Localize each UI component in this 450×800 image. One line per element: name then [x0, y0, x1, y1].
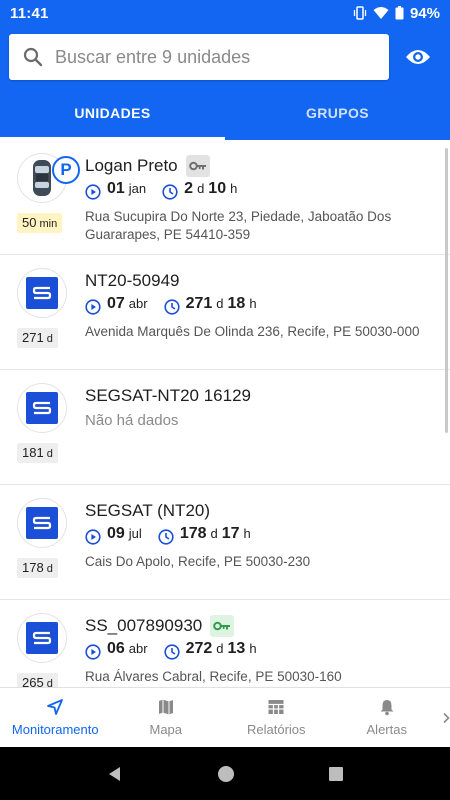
chevron-right-icon	[443, 712, 450, 723]
eye-icon	[406, 50, 430, 64]
unit-address: Rua Sucupira Do Norte 23, Piedade, Jaboa…	[85, 209, 392, 242]
idle-duration-badge: 181 d	[17, 443, 58, 463]
unit-avatar	[17, 498, 67, 548]
unit-meta: 01 jan 2 d 10 h	[85, 180, 438, 204]
wifi-icon	[373, 7, 389, 19]
nav-monitoramento[interactable]: Monitoramento	[0, 688, 111, 747]
nav-alertas[interactable]: Alertas	[332, 688, 443, 747]
unit-address: Avenida Marquês De Olinda 236, Recife, P…	[85, 324, 420, 339]
unit-address: Cais Do Apolo, Recife, PE 50030-230	[85, 554, 311, 569]
search-input[interactable]: Buscar entre 9 unidades	[9, 34, 389, 80]
tab-bar: UNIDADES GRUPOS	[0, 86, 450, 140]
unit-list[interactable]: P 50 min Logan Preto 01 jan 2 d 10 h Rua…	[0, 140, 450, 688]
back-icon[interactable]	[106, 765, 124, 783]
ignition-key-icon	[185, 155, 210, 177]
visibility-toggle-button[interactable]	[402, 43, 434, 71]
nav-more-chevron[interactable]	[442, 688, 450, 747]
search-placeholder: Buscar entre 9 unidades	[55, 46, 251, 67]
unit-name: SS_007890930	[85, 616, 203, 635]
unit-name: NT20-50949	[85, 271, 180, 290]
s-logo-icon	[26, 277, 58, 309]
unit-meta: 07 abr 271 d 18 h	[85, 295, 438, 319]
map-icon	[158, 699, 173, 715]
last-date-day: 07	[107, 295, 125, 312]
unit-meta: 09 jul 178 d 17 h	[85, 525, 438, 549]
idle-duration-badge: 178 d	[17, 558, 58, 578]
app-bar: Buscar entre 9 unidades UNIDADES GRUPOS	[0, 26, 450, 140]
play-circle-icon	[85, 644, 101, 660]
unit-name: Logan Preto	[85, 156, 178, 175]
unit-row[interactable]: 181 d SEGSAT-NT20 16129 Não há dados	[0, 370, 450, 485]
last-date-day: 06	[107, 640, 125, 657]
play-circle-icon	[85, 184, 101, 200]
last-date-day: 01	[107, 180, 125, 197]
last-date-day: 09	[107, 525, 125, 542]
tab-unidades[interactable]: UNIDADES	[0, 86, 225, 140]
navigation-arrow-icon	[47, 699, 64, 715]
idle-duration-badge: 271 d	[17, 328, 58, 348]
scrollbar[interactable]	[445, 148, 448, 433]
tab-grupos[interactable]: GRUPOS	[225, 86, 450, 140]
idle-duration-badge: 50 min	[17, 213, 63, 233]
unit-address: Rua Álvares Cabral, Recife, PE 50030-160	[85, 669, 342, 684]
nav-mapa[interactable]: Mapa	[111, 688, 222, 747]
last-date-month: abr	[128, 296, 148, 311]
unit-avatar	[17, 383, 67, 433]
vibrate-icon	[353, 6, 367, 20]
unit-meta: 06 abr 272 d 13 h	[85, 640, 438, 664]
car-icon	[33, 160, 51, 196]
battery-level: 94%	[409, 4, 440, 22]
clock-icon	[163, 299, 180, 315]
last-date-month: jul	[128, 526, 142, 541]
unit-avatar	[17, 268, 67, 318]
status-bar: 11:41 94%	[0, 0, 450, 26]
nav-relatorios[interactable]: Relatórios	[221, 688, 332, 747]
recents-icon[interactable]	[328, 766, 344, 782]
table-icon	[268, 700, 284, 714]
last-date-month: jan	[128, 181, 147, 196]
system-nav-bar	[0, 747, 450, 800]
unit-row[interactable]: 271 d NT20-50949 07 abr 271 d 18 h Avenid…	[0, 255, 450, 370]
play-circle-icon	[85, 299, 101, 315]
unit-name: SEGSAT-NT20 16129	[85, 386, 251, 405]
bottom-nav: Monitoramento Mapa Relatórios Alertas	[0, 687, 450, 747]
clock-icon	[163, 644, 180, 660]
clock: 11:41	[10, 4, 49, 22]
ignition-key-icon	[210, 615, 235, 637]
idle-duration-badge: 265 d	[17, 673, 58, 688]
search-icon	[23, 47, 43, 67]
unit-avatar	[17, 613, 67, 663]
clock-icon	[158, 529, 174, 545]
unit-row[interactable]: 178 d SEGSAT (NT20) 09 jul 178 d 17 h Cai…	[0, 485, 450, 600]
s-logo-icon	[26, 507, 58, 539]
clock-icon	[162, 184, 178, 200]
play-circle-icon	[85, 529, 101, 545]
s-logo-icon	[26, 622, 58, 654]
home-icon[interactable]	[216, 764, 236, 784]
unit-row[interactable]: 265 d SS_007890930 06 abr 272 d 13 h Rua …	[0, 600, 450, 688]
unit-name: SEGSAT (NT20)	[85, 501, 211, 520]
unit-row[interactable]: P 50 min Logan Preto 01 jan 2 d 10 h Rua…	[0, 140, 450, 255]
s-logo-icon	[26, 392, 58, 424]
bell-icon	[380, 700, 394, 716]
parking-icon: P	[52, 156, 80, 184]
battery-icon	[395, 6, 404, 20]
last-date-month: abr	[128, 641, 148, 656]
no-data-text: Não há dados	[85, 412, 179, 429]
